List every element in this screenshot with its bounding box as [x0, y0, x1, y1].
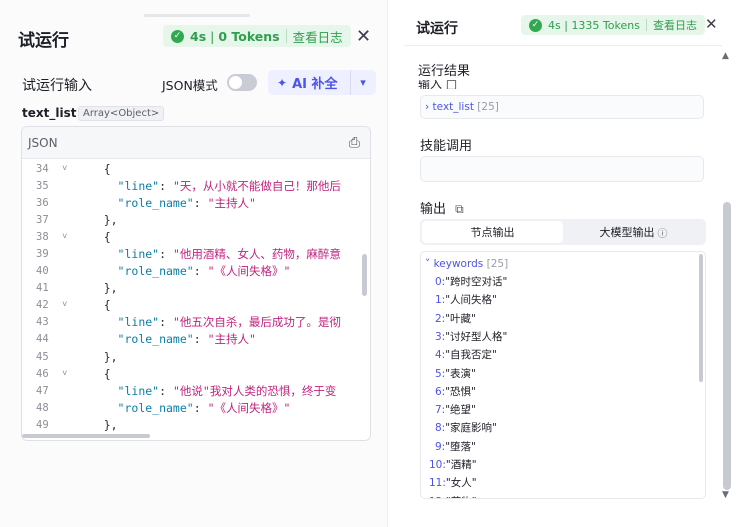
close-icon[interactable]: ✕ — [705, 17, 718, 32]
check-circle-icon: ✓ — [171, 29, 184, 43]
info-icon: ⓘ — [657, 228, 668, 240]
sparkle-icon: ✦ — [277, 75, 288, 90]
run-status-badge: ✓ 4s | 0 Tokens 查看日志 — [163, 25, 351, 47]
view-log-link[interactable]: 查看日志 — [293, 27, 343, 46]
keyword-item: 12:"药物" — [429, 494, 477, 498]
test-input-title: 试运行输入 — [22, 78, 92, 94]
keyword-item: 9:"堕落" — [435, 440, 476, 453]
scroll-up-arrow-icon[interactable]: ▲ — [722, 51, 729, 61]
tab-llm-output[interactable]: 大模型输出 ⓘ — [563, 221, 704, 243]
keyword-item: 1:"人间失格" — [435, 294, 497, 307]
code-line: 48 "role_name": "《人间失格》" — [36, 400, 291, 415]
run-time: 4s | 0 Tokens — [190, 28, 280, 44]
keywords-header[interactable]: ˅ keywords [25] — [425, 258, 508, 270]
page-title: 试运行 — [416, 21, 458, 37]
results-title: 运行结果 — [418, 64, 471, 79]
editor-language-label: JSON — [28, 135, 58, 150]
keyword-item: 10:"酒精" — [429, 459, 477, 471]
code-line: 49 }, — [36, 417, 118, 432]
output-tabs: 节点输出 大模型输出 ⓘ — [420, 219, 706, 245]
output-inner-scrollbar[interactable] — [699, 254, 703, 382]
json-mode-toggle[interactable] — [227, 74, 257, 91]
text-list-count: [25] — [477, 101, 499, 113]
tab-node-output[interactable]: 节点输出 — [422, 221, 563, 243]
code-line: 40 "role_name": "《人间失格》" — [36, 264, 291, 279]
code-line: 47 "line": "他说"我对人类的恐惧，终于变 — [36, 383, 337, 398]
view-log-link[interactable]: 查看日志 — [653, 17, 697, 33]
keywords-output-box[interactable]: ˅ keywords [25] 0:"跨时空对话" 1:"人间失格" 2:"叶藏" 3… — [420, 251, 706, 499]
panel-drag-handle[interactable] — [144, 14, 250, 17]
fold-chevron-icon[interactable]: ˅ — [62, 369, 76, 379]
panel-scrollbar[interactable] — [723, 202, 731, 490]
fold-chevron-icon[interactable]: ˅ — [62, 164, 76, 174]
keyword-item: 2:"叶藏" — [435, 312, 476, 325]
code-line: 41 }, — [36, 281, 118, 296]
json-editor[interactable]: JSON ⎙ 34 ˅ { 35 "line": "天，从小就不能做自己！那他后 36… — [21, 126, 371, 441]
code-area[interactable]: 34 ˅ { 35 "line": "天，从小就不能做自己！那他后 36 "role_… — [22, 160, 370, 440]
keyword-item: 6:"恐惧" — [435, 385, 476, 398]
input-text-list-row[interactable]: › text_list [25] — [420, 95, 704, 119]
output-title: 输出 ⧉ — [420, 202, 464, 217]
code-line: 45 }, — [36, 349, 118, 364]
keyword-item: 11:"女人" — [429, 477, 477, 490]
right-test-run-panel: 试运行 ✓ 4s | 1335 Tokens 查看日志 ✕ 运行结果 输入 □ … — [404, 0, 750, 527]
copy-icon[interactable]: ⎙ — [349, 135, 360, 151]
code-line: 39 "line": "他用酒精、女人、药物，麻醉意 — [36, 247, 341, 262]
chevron-down-icon[interactable]: ▾ — [349, 70, 376, 95]
code-line: 43 "line": "他五次自杀，最后成功了。是彻 — [36, 315, 341, 330]
keyword-item: 0:"跨时空对话" — [435, 276, 508, 288]
editor-horizontal-scrollbar[interactable] — [22, 434, 150, 438]
scroll-down-arrow-icon[interactable]: ▼ — [722, 490, 729, 500]
code-line: 46 ˅ { — [36, 366, 111, 381]
expand-arrow-icon[interactable]: › — [425, 101, 429, 113]
fold-chevron-icon[interactable]: ˅ — [62, 300, 76, 310]
copy-icon[interactable]: ⧉ — [455, 202, 464, 216]
text-list-key: text_list — [432, 101, 474, 113]
left-test-run-panel: 试运行 ✓ 4s | 0 Tokens 查看日志 ✕ 试运行输入 JSON模式 … — [0, 0, 388, 527]
code-line: 42 ˅ { — [36, 298, 111, 313]
code-line: 38 ˅ { — [36, 229, 111, 244]
collapse-arrow-icon[interactable]: ˅ — [425, 258, 430, 270]
field-name: text_list — [22, 106, 77, 120]
run-time: 4s | 1335 Tokens — [548, 18, 640, 32]
run-status-badge: ✓ 4s | 1335 Tokens 查看日志 — [521, 15, 705, 35]
skill-call-title: 技能调用 — [420, 139, 473, 154]
keyword-item: 4:"自我否定" — [435, 349, 497, 362]
code-line: 36 "role_name": "主持人" — [36, 195, 256, 210]
code-line: 37 }, — [36, 212, 118, 227]
page-title: 试运行 — [18, 31, 69, 51]
json-mode-label: JSON模式 — [162, 78, 218, 93]
code-line: 35 "line": "天，从小就不能做自己！那他后 — [36, 178, 341, 193]
keyword-item: 7:"绝望" — [435, 404, 476, 417]
close-icon[interactable]: ✕ — [356, 28, 371, 46]
code-line: 44 "role_name": "主持人" — [36, 332, 256, 347]
ai-complete-button[interactable]: ✦ AI 补全 ▾ — [268, 70, 376, 95]
check-circle-icon: ✓ — [529, 18, 542, 32]
editor-vertical-scrollbar[interactable] — [362, 254, 367, 296]
fold-chevron-icon[interactable]: ˅ — [62, 232, 76, 242]
skill-call-box — [420, 156, 704, 182]
input-section-title: 输入 □ — [418, 80, 458, 89]
keyword-item: 5:"表演" — [435, 367, 476, 380]
code-line: 34 ˅ { — [36, 161, 111, 176]
keyword-item: 3:"讨好型人格" — [435, 330, 508, 343]
field-type-tag: Array<Object> — [78, 106, 165, 121]
keyword-item: 8:"家庭影响" — [435, 422, 497, 435]
